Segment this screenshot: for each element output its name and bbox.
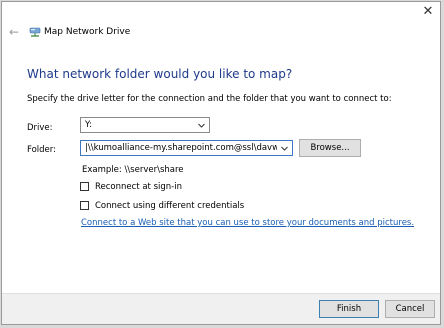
example-text: Example: \\server\share <box>82 165 184 175</box>
close-icon[interactable]: ✕ <box>420 5 436 19</box>
credentials-checkbox[interactable] <box>80 201 89 210</box>
drive-label: Drive: <box>27 123 53 133</box>
chevron-down-icon <box>198 123 205 128</box>
drive-select[interactable]: Y: <box>80 117 210 133</box>
back-arrow-icon[interactable]: ← <box>9 26 21 38</box>
instructions-text: Specify the drive letter for the connect… <box>27 94 392 104</box>
chevron-down-icon <box>281 146 288 151</box>
folder-value: |\\kumoalliance-my.sharepoint.com@ssl\da… <box>85 143 277 153</box>
web-site-link[interactable]: Connect to a Web site that you can use t… <box>81 218 414 228</box>
browse-button[interactable]: Browse... <box>299 139 361 157</box>
page-heading: What network folder would you like to ma… <box>27 67 293 81</box>
window-title: Map Network Drive <box>44 27 131 37</box>
finish-button[interactable]: Finish <box>319 300 379 318</box>
folder-input[interactable]: |\\kumoalliance-my.sharepoint.com@ssl\da… <box>80 140 293 156</box>
cancel-button[interactable]: Cancel <box>385 300 435 318</box>
drive-value: Y: <box>85 120 92 130</box>
folder-label: Folder: <box>27 145 56 155</box>
dialog-footer: Finish Cancel <box>2 293 440 324</box>
reconnect-checkbox[interactable] <box>80 182 89 191</box>
reconnect-label[interactable]: Reconnect at sign-in <box>95 182 182 192</box>
network-drive-icon <box>29 27 41 37</box>
credentials-label[interactable]: Connect using different credentials <box>95 201 244 211</box>
map-network-drive-dialog: ✕ ← Map Network Drive What network folde… <box>1 1 441 325</box>
